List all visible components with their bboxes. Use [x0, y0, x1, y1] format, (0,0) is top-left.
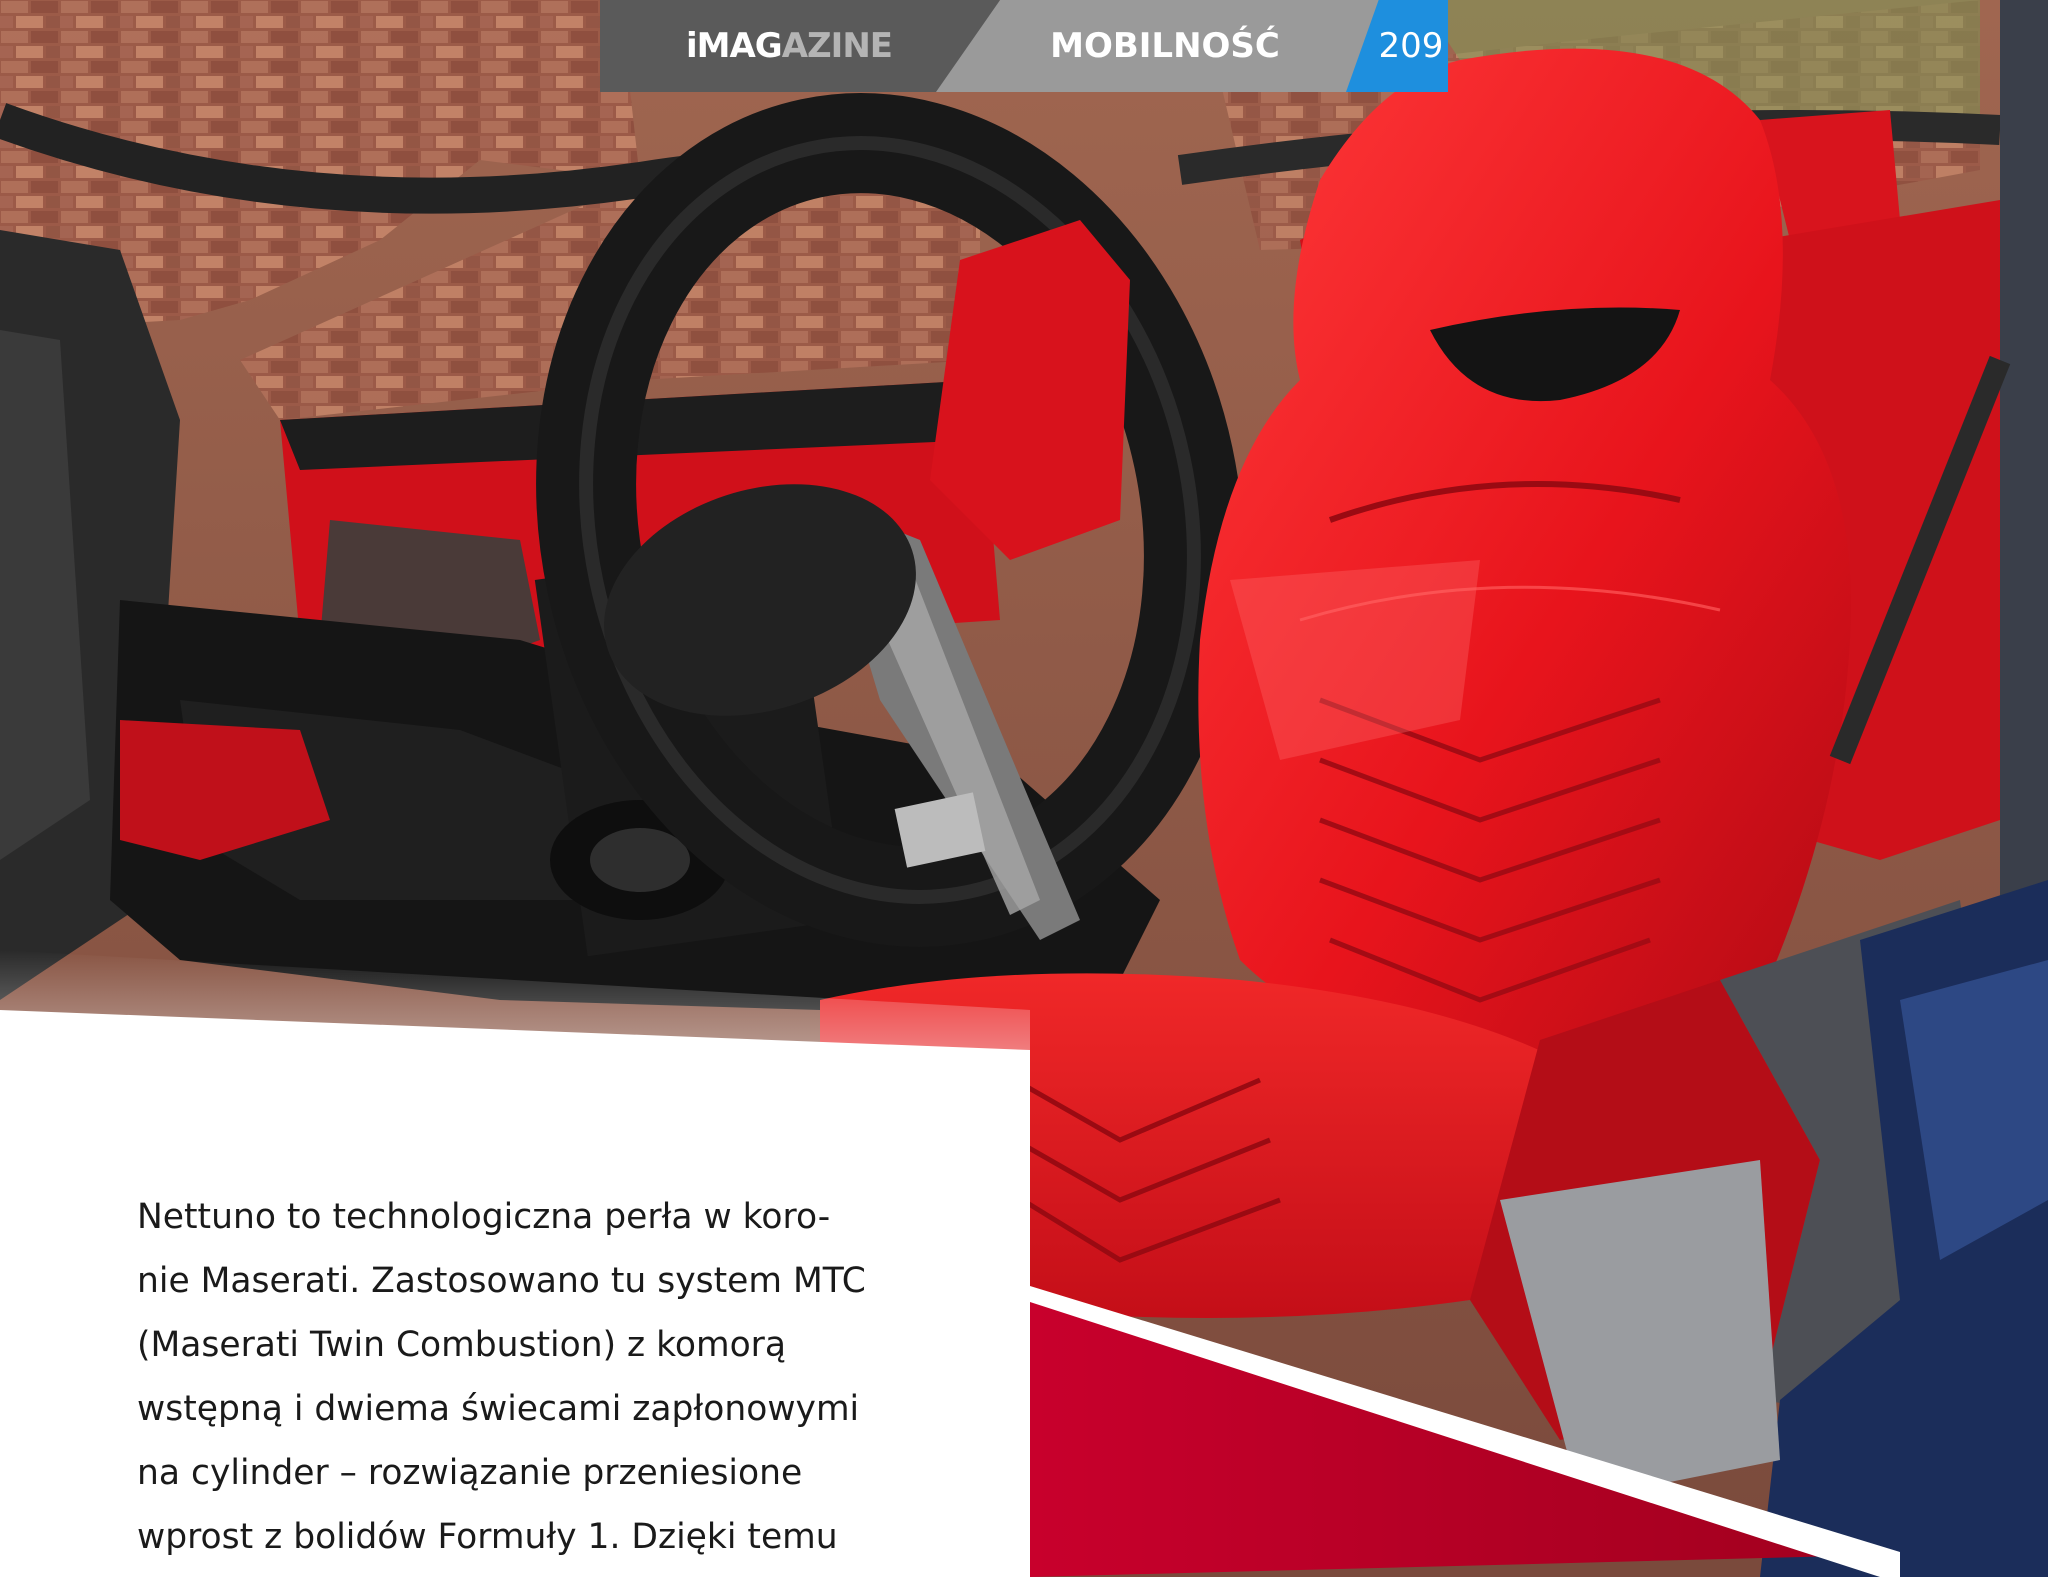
page-header: iMAGAZINE MOBILNOŚĆ 209: [0, 0, 2048, 92]
section-title: MOBILNOŚĆ: [1050, 26, 1280, 66]
body-line: wstępną i dwiema świecami zapłonowymi: [137, 1389, 860, 1429]
magazine-logo: iMAGAZINE: [686, 26, 893, 66]
body-line: na cylinder – rozwiązanie przeniesione: [137, 1453, 803, 1493]
body-line: Nettuno to technologiczna perła w koro-: [137, 1197, 831, 1237]
logo-main-text: iMAG: [686, 26, 783, 66]
article-body: Nettuno to technologiczna perła w koro- …: [137, 1185, 897, 1569]
body-line: (Maserati Twin Combustion) z komorą: [137, 1325, 786, 1365]
logo-rest-text: AZINE: [781, 26, 893, 66]
body-line: wprost z bolidów Formuły 1. Dzięki temu: [137, 1517, 838, 1557]
page-number: 209: [1378, 26, 1444, 66]
body-line: nie Maserati. Zastosowano tu system MTC: [137, 1261, 866, 1301]
